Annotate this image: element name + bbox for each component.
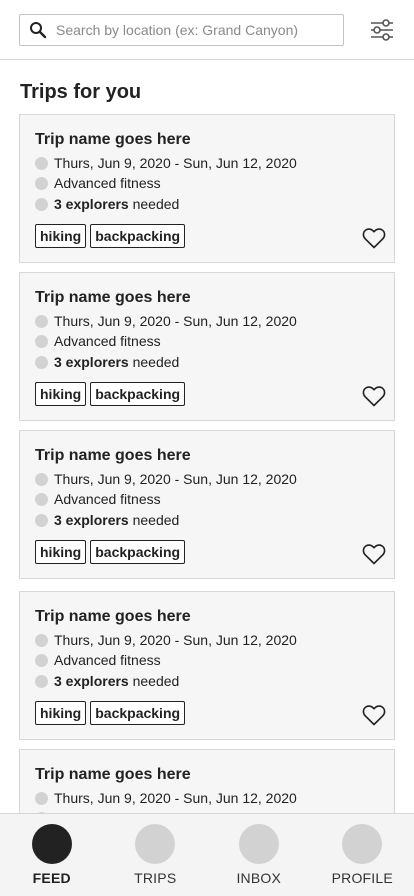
trip-title: Trip name goes here (35, 447, 191, 464)
tab-trips[interactable]: TRIPS (104, 814, 208, 896)
tag-hiking[interactable]: hiking (35, 540, 87, 564)
trip-explorers: 3 explorers needed (35, 512, 179, 528)
fitness-icon (35, 176, 48, 190)
trip-dates: Thurs, Jun 9, 2020 - Sun, Jun 12, 2020 (35, 790, 297, 806)
profile-icon (342, 824, 383, 864)
calendar-icon (35, 633, 48, 647)
tab-label: FEED (32, 870, 71, 886)
trip-fitness: Advanced fitness (35, 333, 161, 349)
tab-label: PROFILE (331, 870, 393, 886)
trips-icon (135, 824, 176, 864)
heart-icon[interactable] (362, 543, 386, 565)
trip-title: Trip name goes here (35, 131, 191, 148)
inbox-icon (238, 824, 279, 864)
tag-backpacking[interactable]: backpacking (90, 540, 186, 564)
feed-icon (31, 824, 72, 864)
heart-icon[interactable] (362, 227, 386, 249)
trip-title: Trip name goes here (35, 289, 191, 306)
people-icon (35, 674, 48, 688)
heart-icon[interactable] (362, 704, 386, 726)
filter-button[interactable] (367, 16, 397, 44)
trip-title: Trip name goes here (35, 766, 191, 783)
trip-tags: hiking backpacking (35, 701, 186, 725)
trip-explorers: 3 explorers needed (35, 196, 179, 212)
tag-backpacking[interactable]: backpacking (90, 382, 186, 406)
trip-fitness: Advanced fitness (35, 652, 161, 668)
trip-dates: Thurs, Jun 9, 2020 - Sun, Jun 12, 2020 (35, 632, 297, 648)
search-input[interactable]: Search by location (ex: Grand Canyon) (19, 14, 344, 46)
tab-label: INBOX (236, 870, 282, 886)
people-icon (35, 355, 48, 369)
trip-card[interactable]: Trip name goes here Thurs, Jun 9, 2020 -… (19, 749, 395, 813)
tag-hiking[interactable]: hiking (35, 701, 87, 725)
fitness-icon (35, 334, 48, 348)
trip-card[interactable]: Trip name goes here Thurs, Jun 9, 2020 -… (19, 430, 395, 579)
heart-icon[interactable] (362, 385, 386, 407)
tag-backpacking[interactable]: backpacking (90, 701, 186, 725)
search-icon (20, 15, 56, 45)
trip-explorers: 3 explorers needed (35, 673, 179, 689)
tag-hiking[interactable]: hiking (35, 382, 87, 406)
trip-dates: Thurs, Jun 9, 2020 - Sun, Jun 12, 2020 (35, 313, 297, 329)
trip-card[interactable]: Trip name goes here Thurs, Jun 9, 2020 -… (19, 114, 395, 263)
trip-explorers: 3 explorers needed (35, 354, 179, 370)
tab-feed[interactable]: FEED (0, 814, 104, 896)
trip-title: Trip name goes here (35, 608, 191, 625)
trip-dates: Thurs, Jun 9, 2020 - Sun, Jun 12, 2020 (35, 471, 297, 487)
trip-tags: hiking backpacking (35, 540, 186, 564)
bottom-nav: FEED TRIPS INBOX PROFILE (0, 813, 414, 896)
search-placeholder: Search by location (ex: Grand Canyon) (56, 22, 299, 38)
tag-hiking[interactable]: hiking (35, 224, 87, 248)
calendar-icon (35, 472, 48, 486)
trip-fitness: Advanced fitness (35, 491, 161, 507)
people-icon (35, 197, 48, 211)
people-icon (35, 513, 48, 527)
tab-profile[interactable]: PROFILE (311, 814, 414, 896)
trip-tags: hiking backpacking (35, 224, 186, 248)
sliders-icon (371, 19, 393, 41)
tab-inbox[interactable]: INBOX (207, 814, 311, 896)
trip-tags: hiking backpacking (35, 382, 186, 406)
calendar-icon (35, 791, 48, 805)
top-bar: Search by location (ex: Grand Canyon) (0, 0, 414, 60)
calendar-icon (35, 314, 48, 328)
tab-label: TRIPS (134, 870, 177, 886)
section-title: Trips for you (20, 81, 142, 103)
tag-backpacking[interactable]: backpacking (90, 224, 186, 248)
trip-fitness: Advanced fitness (35, 175, 161, 191)
trip-card[interactable]: Trip name goes here Thurs, Jun 9, 2020 -… (19, 591, 395, 740)
trip-dates: Thurs, Jun 9, 2020 - Sun, Jun 12, 2020 (35, 155, 297, 171)
fitness-icon (35, 492, 48, 506)
trip-card[interactable]: Trip name goes here Thurs, Jun 9, 2020 -… (19, 272, 395, 421)
calendar-icon (35, 156, 48, 170)
fitness-icon (35, 653, 48, 667)
feed-scroll-area[interactable]: Trips for you Trip name goes here Thurs,… (0, 61, 414, 813)
